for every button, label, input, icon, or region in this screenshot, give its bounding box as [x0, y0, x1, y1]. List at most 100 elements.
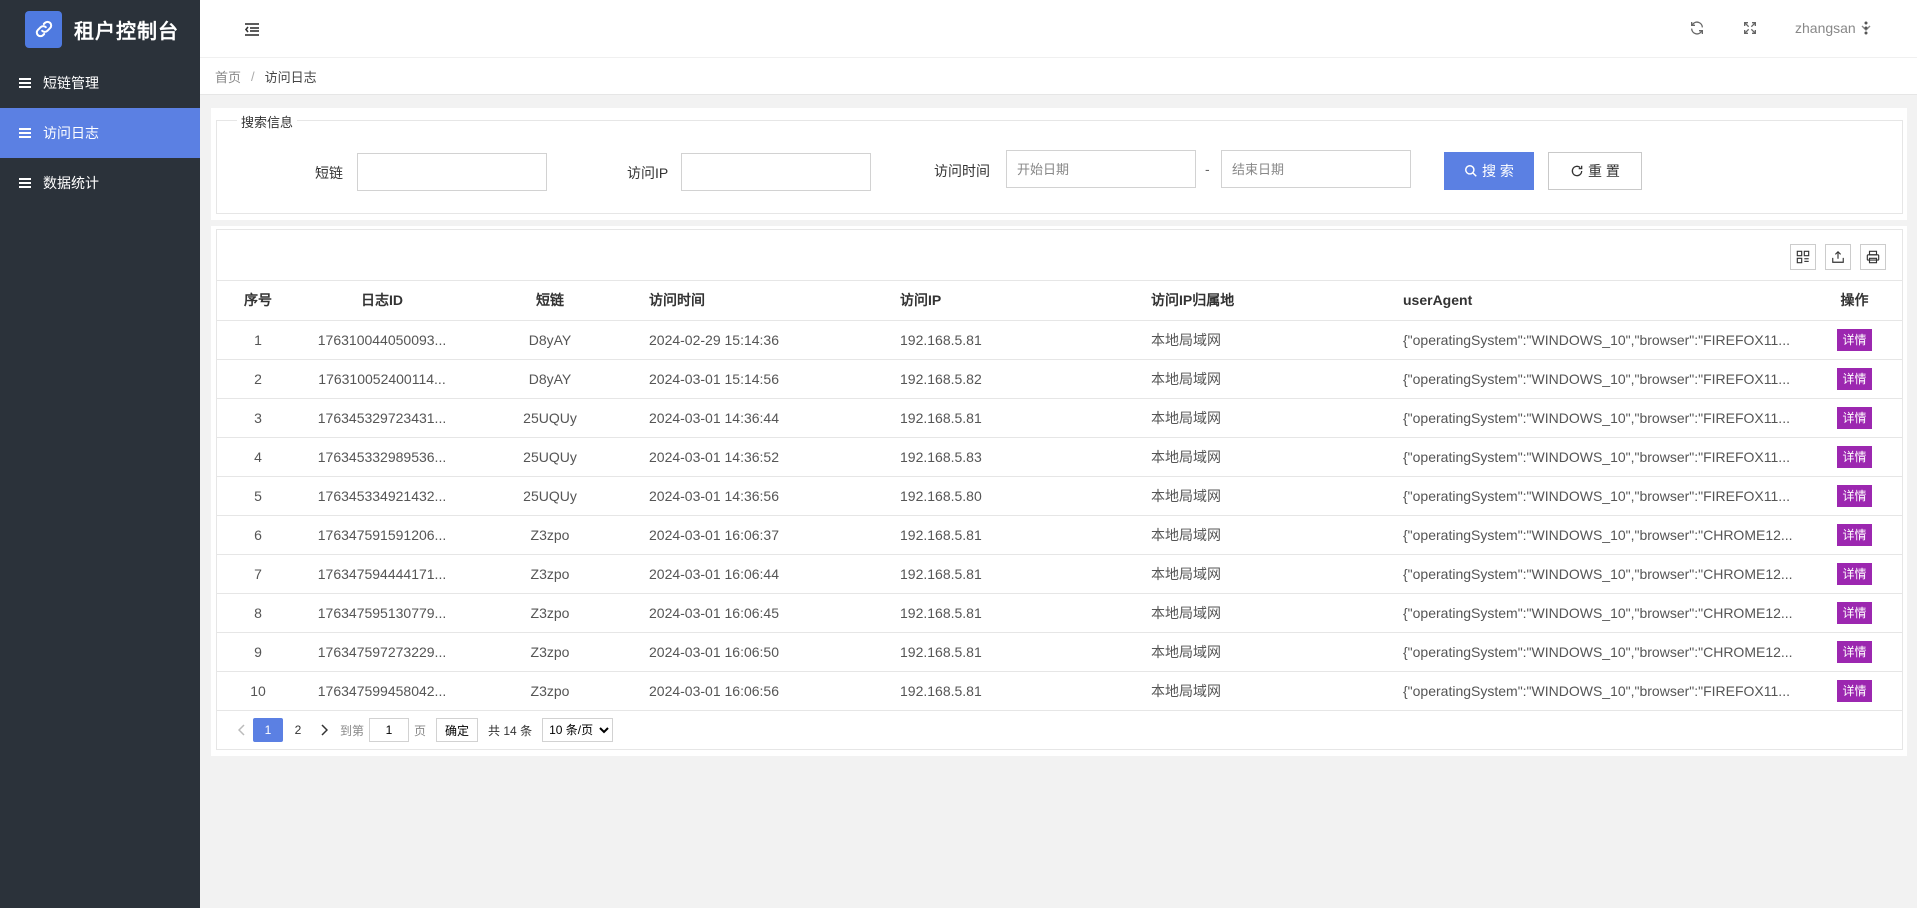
- table-row: 6 176347591591206... Z3zpo 2024-03-01 16:06…: [217, 515, 1902, 555]
- log-id-cell: 176345334921432...: [299, 476, 465, 516]
- sidebar-item-statistics[interactable]: 数据统计: [0, 158, 200, 208]
- next-page-icon[interactable]: [313, 718, 335, 742]
- table-panel: 序号 日志ID 短链 访问时间 访问IP 访问IP归属地 userAgent 操…: [211, 226, 1907, 756]
- detail-button[interactable]: 详情: [1837, 562, 1872, 585]
- access-ip-cell: 192.168.5.81: [886, 398, 1137, 438]
- ip-location-cell: 本地局域网: [1137, 437, 1389, 477]
- action-cell: 详情: [1807, 671, 1902, 711]
- indent-icon[interactable]: [244, 21, 260, 37]
- detail-button[interactable]: 详情: [1837, 328, 1872, 351]
- column-header: 访问IP归属地: [1137, 281, 1389, 321]
- breadcrumb-separator: /: [251, 68, 255, 84]
- page-2[interactable]: 2: [283, 718, 313, 742]
- list-icon: [19, 78, 31, 88]
- action-cell: 详情: [1807, 476, 1902, 516]
- row-number: 10: [217, 671, 299, 711]
- detail-button[interactable]: 详情: [1837, 367, 1872, 390]
- ip-location-cell: 本地局域网: [1137, 476, 1389, 516]
- goto-page-input[interactable]: [369, 718, 410, 742]
- user-agent-cell: {"operatingSystem":"WINDOWS_10","browser…: [1389, 554, 1807, 594]
- start-date-input[interactable]: [1006, 150, 1196, 188]
- user-agent-cell: {"operatingSystem":"WINDOWS_10","browser…: [1389, 671, 1807, 711]
- search-panel: 搜索信息 短链 访问IP 访问时间 - 搜 索 重 置: [211, 108, 1907, 220]
- row-number: 7: [217, 554, 299, 594]
- ip-input[interactable]: [681, 153, 871, 191]
- row-number: 3: [217, 398, 299, 438]
- expand-icon[interactable]: [1742, 20, 1760, 38]
- table-container: 序号 日志ID 短链 访问时间 访问IP 访问IP归属地 userAgent 操…: [216, 229, 1903, 750]
- more-vertical-icon[interactable]: [1863, 20, 1873, 38]
- pagination: 1 2 到第 页 确定 共 14 条 10 条/页: [231, 718, 614, 742]
- row-number: 8: [217, 593, 299, 633]
- user-menu[interactable]: zhangsan: [1795, 20, 1871, 36]
- end-date-input[interactable]: [1221, 150, 1411, 188]
- print-icon[interactable]: [1860, 244, 1886, 270]
- access-ip-cell: 192.168.5.81: [886, 593, 1137, 633]
- ip-location-cell: 本地局域网: [1137, 554, 1389, 594]
- search-button[interactable]: 搜 索: [1444, 152, 1534, 190]
- list-icon: [19, 178, 31, 188]
- action-cell: 详情: [1807, 320, 1902, 360]
- access-time-cell: 2024-03-01 16:06:56: [635, 671, 886, 711]
- breadcrumb-home[interactable]: 首页: [215, 67, 241, 86]
- detail-button[interactable]: 详情: [1837, 601, 1872, 624]
- table-row: 5 176345334921432... 25UQUy 2024-03-01 14:3…: [217, 476, 1902, 516]
- table-row: 10 176347599458042... Z3zpo 2024-03-01 16:0…: [217, 671, 1902, 711]
- logo[interactable]: 租户控制台: [0, 0, 200, 58]
- shortlink-cell: Z3zpo: [465, 554, 635, 594]
- access-ip-cell: 192.168.5.81: [886, 320, 1137, 360]
- user-agent-cell: {"operatingSystem":"WINDOWS_10","browser…: [1389, 515, 1807, 555]
- access-ip-cell: 192.168.5.81: [886, 515, 1137, 555]
- detail-button[interactable]: 详情: [1837, 523, 1872, 546]
- reset-button[interactable]: 重 置: [1548, 152, 1642, 190]
- column-header: 操作: [1807, 281, 1902, 321]
- table-header-row: 序号 日志ID 短链 访问时间 访问IP 访问IP归属地 userAgent 操…: [217, 281, 1902, 321]
- detail-button[interactable]: 详情: [1837, 406, 1872, 429]
- access-time-cell: 2024-03-01 16:06:37: [635, 515, 886, 555]
- log-id-cell: 176347594444171...: [299, 554, 465, 594]
- export-icon[interactable]: [1825, 244, 1851, 270]
- ip-location-cell: 本地局域网: [1137, 398, 1389, 438]
- log-id-cell: 176345329723431...: [299, 398, 465, 438]
- table-row: 3 176345329723431... 25UQUy 2024-03-01 14:3…: [217, 398, 1902, 438]
- ip-label: 访问IP: [627, 165, 669, 181]
- total-count: 共 14 条: [488, 723, 533, 738]
- column-header: 日志ID: [299, 281, 465, 321]
- search-legend: 搜索信息: [237, 112, 298, 131]
- detail-button[interactable]: 详情: [1837, 484, 1872, 507]
- access-time-cell: 2024-03-01 15:14:56: [635, 359, 886, 399]
- prev-page-icon[interactable]: [231, 718, 253, 742]
- columns-icon[interactable]: [1790, 244, 1816, 270]
- column-header: 序号: [217, 281, 299, 321]
- sidebar-item-shortlinks[interactable]: 短链管理: [0, 58, 200, 108]
- action-cell: 详情: [1807, 515, 1902, 555]
- page-size-select[interactable]: 10 条/页: [542, 718, 614, 742]
- shortlink-label: 短链: [315, 165, 343, 181]
- row-number: 2: [217, 359, 299, 399]
- search-fieldset: 搜索信息 短链 访问IP 访问时间 -: [216, 112, 1903, 214]
- user-agent-cell: {"operatingSystem":"WINDOWS_10","browser…: [1389, 437, 1807, 477]
- detail-button[interactable]: 详情: [1837, 640, 1872, 663]
- detail-button[interactable]: 详情: [1837, 679, 1872, 702]
- ip-location-cell: 本地局域网: [1137, 593, 1389, 633]
- column-header: userAgent: [1389, 281, 1807, 321]
- breadcrumb: 首页 / 访问日志: [200, 58, 1917, 95]
- column-header: 访问IP: [886, 281, 1137, 321]
- search-button-label: 搜 索: [1482, 163, 1514, 179]
- search-icon: [1465, 165, 1477, 177]
- refresh-icon[interactable]: [1689, 20, 1707, 38]
- log-id-cell: 176310052400114...: [299, 359, 465, 399]
- access-time-cell: 2024-03-01 14:36:44: [635, 398, 886, 438]
- time-label: 访问时间: [934, 163, 990, 179]
- ip-location-cell: 本地局域网: [1137, 320, 1389, 360]
- sidebar-item-access-log[interactable]: 访问日志: [0, 108, 200, 158]
- action-cell: 详情: [1807, 359, 1902, 399]
- goto-confirm-button[interactable]: 确定: [436, 718, 479, 742]
- detail-button[interactable]: 详情: [1837, 445, 1872, 468]
- shortlink-input[interactable]: [357, 153, 547, 191]
- page-1[interactable]: 1: [253, 718, 283, 742]
- row-number: 9: [217, 632, 299, 672]
- access-ip-cell: 192.168.5.82: [886, 359, 1137, 399]
- sidebar-item-label: 短链管理: [43, 75, 99, 91]
- page-unit-label: 页: [414, 723, 427, 738]
